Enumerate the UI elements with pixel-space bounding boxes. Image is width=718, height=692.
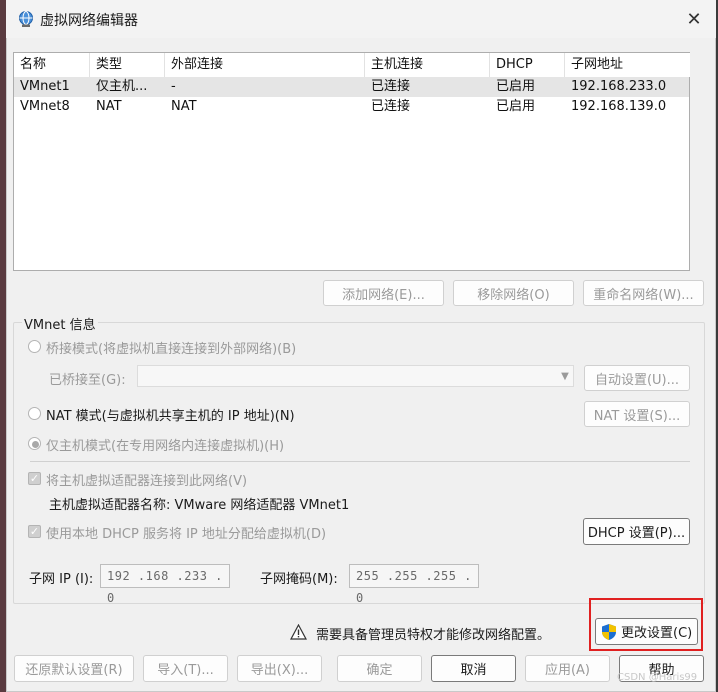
connect-adapter-checkbox[interactable]: ✓ [28, 472, 41, 485]
subnet-ip-label: 子网 IP (I): [29, 572, 94, 587]
dhcp-settings-button[interactable]: DHCP 设置(P)... [583, 518, 690, 545]
cell-dhcp: 已启用 [496, 79, 536, 94]
bridged-to-label: 已桥接至(G): [49, 373, 126, 388]
highlight-box [589, 598, 703, 651]
export-button[interactable]: 导出(X)... [237, 655, 322, 682]
cell-subnet: 192.168.233.0 [571, 79, 667, 94]
admin-notice-text: 需要具备管理员特权才能修改网络配置。 [316, 628, 551, 643]
vmnet-info-label: VMnet 信息 [22, 314, 98, 333]
ok-button[interactable]: 确定 [337, 655, 422, 682]
bridged-to-select[interactable] [137, 365, 574, 387]
host-only-mode-radio[interactable] [28, 437, 41, 450]
cancel-button[interactable]: 取消 [431, 655, 516, 682]
bridged-mode-radio[interactable] [28, 340, 41, 353]
column-header-host[interactable]: 主机连接 [365, 53, 490, 77]
network-table[interactable]: 名称 类型 外部连接 主机连接 DHCP 子网地址 VMnet1 仅主机... … [13, 52, 690, 271]
dhcp-service-label: 使用本地 DHCP 服务将 IP 地址分配给虚拟机(D) [46, 527, 327, 542]
cell-name: VMnet8 [20, 99, 70, 114]
warning-icon [289, 623, 308, 640]
cell-type: 仅主机... [96, 79, 148, 94]
subnet-mask-label: 子网掩码(M): [260, 572, 338, 587]
add-network-button[interactable]: 添加网络(E)... [323, 280, 444, 306]
chevron-down-icon[interactable]: ▼ [556, 365, 574, 387]
subnet-ip-field[interactable]: 192 .168 .233 . 0 [100, 564, 230, 605]
cell-external: NAT [171, 99, 197, 114]
apply-button[interactable]: 应用(A) [525, 655, 610, 682]
restore-defaults-button[interactable]: 还原默认设置(R) [14, 655, 134, 682]
host-only-mode-label: 仅主机模式(在专用网络内连接虚拟机)(H) [46, 439, 285, 454]
watermark-text: CSDN @Haris99 [617, 672, 698, 683]
remove-network-button[interactable]: 移除网络(O) [453, 280, 574, 306]
nat-mode-radio[interactable] [28, 407, 41, 420]
subnet-mask-field[interactable]: 255 .255 .255 . 0 [349, 564, 479, 605]
bridged-mode-label: 桥接模式(将虚拟机直接连接到外部网络)(B) [46, 342, 297, 357]
column-header-external[interactable]: 外部连接 [165, 53, 365, 77]
column-header-name[interactable]: 名称 [14, 53, 90, 77]
column-header-dhcp[interactable]: DHCP [490, 53, 565, 77]
network-globe-icon [17, 10, 35, 28]
table-row[interactable]: VMnet1 仅主机... - 已连接 已启用 192.168.233.0 [14, 77, 689, 97]
connect-adapter-label: 将主机虚拟适配器连接到此网络(V) [46, 474, 248, 489]
nat-mode-label: NAT 模式(与虚拟机共享主机的 IP 地址)(N) [46, 409, 295, 424]
cell-external: - [171, 79, 176, 94]
nat-settings-button[interactable]: NAT 设置(S)... [584, 401, 690, 427]
cell-host: 已连接 [371, 79, 411, 94]
divider [30, 461, 690, 462]
rename-network-button[interactable]: 重命名网络(W)... [583, 280, 704, 306]
close-icon[interactable]: ✕ [678, 6, 710, 32]
cell-host: 已连接 [371, 99, 411, 114]
adapter-name-text: 主机虚拟适配器名称: VMware 网络适配器 VMnet1 [49, 498, 350, 513]
column-header-subnet[interactable]: 子网地址 [565, 53, 690, 77]
import-button[interactable]: 导入(T)... [143, 655, 228, 682]
column-header-type[interactable]: 类型 [90, 53, 165, 77]
auto-settings-button[interactable]: 自动设置(U)... [584, 365, 690, 391]
table-row[interactable]: VMnet8 NAT NAT 已连接 已启用 192.168.139.0 [14, 97, 689, 117]
cell-subnet: 192.168.139.0 [571, 99, 667, 114]
cell-name: VMnet1 [20, 79, 70, 94]
window-title: 虚拟网络编辑器 [40, 13, 138, 29]
dhcp-service-checkbox[interactable]: ✓ [28, 525, 41, 538]
cell-dhcp: 已启用 [496, 99, 536, 114]
cell-type: NAT [96, 99, 122, 114]
